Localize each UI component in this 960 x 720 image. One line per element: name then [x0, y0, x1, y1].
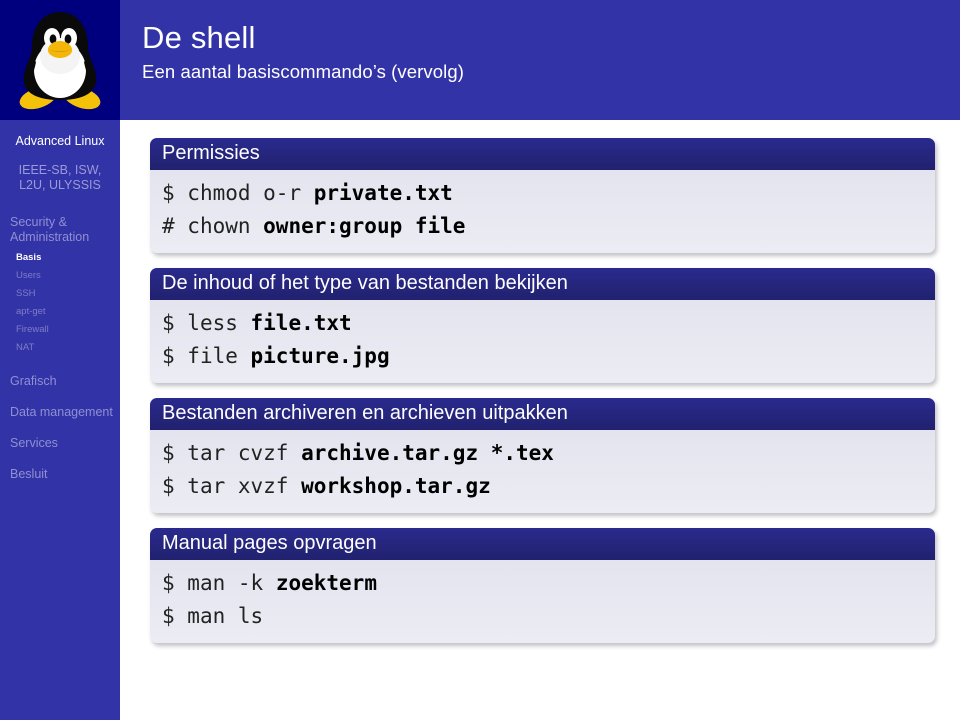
block-body: $ chmod o-r private.txt # chown owner:gr…: [150, 170, 935, 253]
sidebar-item-basis[interactable]: Basis: [0, 251, 120, 264]
slide-title: De shell: [142, 20, 256, 55]
command-line: $ man ls: [162, 600, 935, 633]
content-block-archiveren: Bestanden archiveren en archieven uitpak…: [150, 398, 935, 513]
command-argument: archive.tar.gz *.tex: [301, 441, 554, 465]
prompt-symbol: $: [162, 604, 188, 628]
command-text: chmod o-r: [187, 181, 314, 205]
sidebar-item-nat[interactable]: NAT: [0, 341, 120, 354]
prompt-symbol: $: [162, 311, 188, 335]
prompt-symbol: $: [162, 344, 188, 368]
command-text: chown: [187, 214, 264, 238]
command-argument: picture.jpg: [250, 344, 390, 368]
command-text: tar cvzf: [187, 441, 302, 465]
command-line: $ man -k zoekterm: [162, 567, 935, 600]
slide-header: De shell Een aantal basiscommando’s (ver…: [0, 0, 960, 120]
content-block-manual-pages: Manual pages opvragen $ man -k zoekterm …: [150, 528, 935, 643]
slide-subtitle: Een aantal basiscommando’s (vervolg): [142, 61, 465, 82]
command-text: file: [187, 344, 251, 368]
command-line: $ tar cvzf archive.tar.gz *.tex: [162, 437, 935, 470]
block-body: $ less file.txt $ file picture.jpg: [150, 300, 935, 383]
command-argument: file.txt: [250, 311, 352, 335]
command-argument: private.txt: [313, 181, 453, 205]
sidebar-section-list: Security & Administration Basis Users SS…: [0, 215, 120, 482]
navigation-sidebar: Advanced Linux IEEE-SB, ISW, L2U, ULYSSI…: [0, 120, 120, 720]
header-separator: [120, 120, 960, 124]
command-text: man ls: [187, 604, 264, 628]
sidebar-item-users[interactable]: Users: [0, 269, 120, 282]
command-line: $ file picture.jpg: [162, 340, 935, 373]
sidebar-section-label[interactable]: Security & Administration: [0, 215, 120, 245]
command-text: man -k: [187, 571, 276, 595]
sidebar-section-security[interactable]: Security & Administration Basis Users SS…: [0, 215, 120, 354]
prompt-symbol: #: [162, 214, 188, 238]
content-block-permissies: Permissies $ chmod o-r private.txt # cho…: [150, 138, 935, 253]
command-line: $ chmod o-r private.txt: [162, 177, 935, 210]
command-argument: workshop.tar.gz: [301, 474, 491, 498]
command-line: # chown owner:group file: [162, 210, 935, 243]
prompt-symbol: $: [162, 474, 188, 498]
tux-penguin-logo-icon: [19, 12, 101, 110]
presentation-slide: De shell Een aantal basiscommando’s (ver…: [0, 0, 960, 720]
command-text: tar xvzf: [187, 474, 302, 498]
content-block-inhoud-type: De inhoud of het type van bestanden beki…: [150, 268, 935, 383]
block-title: Bestanden archiveren en archieven uitpak…: [150, 398, 935, 430]
logo-container: [0, 0, 120, 120]
sidebar-item-firewall[interactable]: Firewall: [0, 323, 120, 336]
title-block: De shell Een aantal basiscommando’s (ver…: [142, 20, 942, 84]
slide-content: Permissies $ chmod o-r private.txt # cho…: [150, 138, 940, 658]
sidebar-item-apt-get[interactable]: apt-get: [0, 305, 120, 318]
block-body: $ tar cvzf archive.tar.gz *.tex $ tar xv…: [150, 430, 935, 513]
block-body: $ man -k zoekterm $ man ls: [150, 560, 935, 643]
block-title: Permissies: [150, 138, 935, 170]
sidebar-section-besluit[interactable]: Besluit: [0, 467, 120, 482]
sidebar-presentation-title: Advanced Linux: [15, 134, 105, 148]
sidebar-section-services[interactable]: Services: [0, 436, 120, 451]
prompt-symbol: $: [162, 181, 188, 205]
sidebar-subsection-list: Basis Users SSH apt-get Firewall NAT: [0, 251, 120, 354]
command-line: $ tar xvzf workshop.tar.gz: [162, 470, 935, 503]
sidebar-author: IEEE-SB, ISW, L2U, ULYSSIS: [18, 163, 102, 192]
sidebar-item-ssh[interactable]: SSH: [0, 287, 120, 300]
command-argument: zoekterm: [275, 571, 377, 595]
prompt-symbol: $: [162, 571, 188, 595]
prompt-symbol: $: [162, 441, 188, 465]
sidebar-section-grafisch[interactable]: Grafisch: [0, 374, 120, 389]
command-argument: owner:group file: [263, 214, 466, 238]
command-text: less: [187, 311, 251, 335]
block-title: De inhoud of het type van bestanden beki…: [150, 268, 935, 300]
sidebar-section-data-management[interactable]: Data management: [0, 405, 120, 420]
command-line: $ less file.txt: [162, 307, 935, 340]
block-title: Manual pages opvragen: [150, 528, 935, 560]
